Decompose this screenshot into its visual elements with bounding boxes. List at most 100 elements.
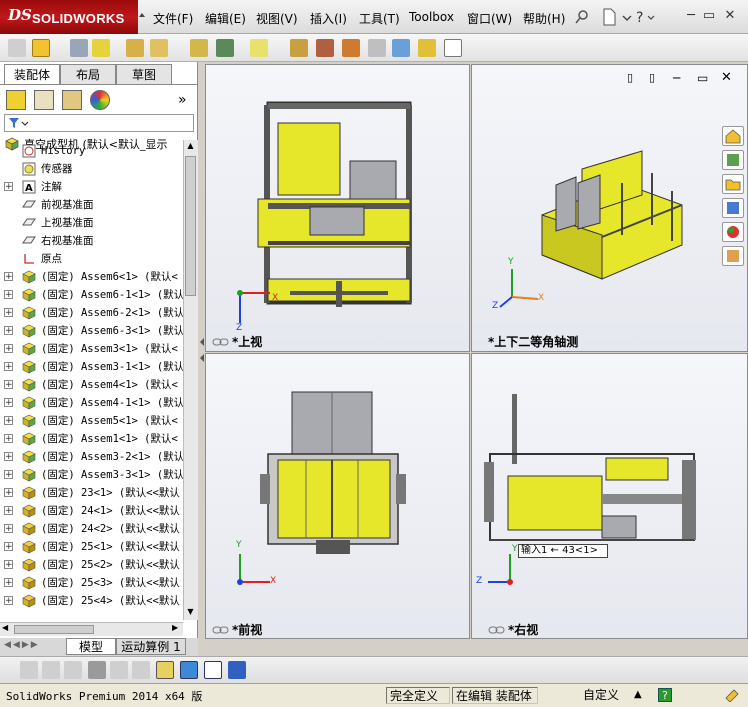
expand-icon[interactable]: + <box>4 434 13 444</box>
help-status-icon[interactable]: ? <box>658 688 672 702</box>
tree-item[interactable]: + (固定) Assem6-3<1> (默认 <box>0 322 183 340</box>
insert-component-icon[interactable] <box>32 39 50 57</box>
design-library-icon[interactable] <box>722 150 744 170</box>
rebuild-icon[interactable] <box>8 39 26 57</box>
expand-icon[interactable]: + <box>4 452 13 462</box>
expand-icon[interactable]: + <box>4 182 13 192</box>
grid-icon[interactable] <box>110 661 128 679</box>
scroll-right-icon[interactable]: ▶ <box>172 623 178 632</box>
menu-window[interactable]: 窗口(W) <box>467 10 512 27</box>
tree-item[interactable]: + (固定) 25<4> (默认<<默认 <box>0 592 183 610</box>
tree-scrollbar-thumb[interactable] <box>185 156 196 296</box>
save-icon[interactable] <box>228 661 246 679</box>
tree-item[interactable]: + (固定) 24<2> (默认<<默认 <box>0 520 183 538</box>
tab-motion-study-1[interactable]: 运动算例 1 <box>116 638 186 655</box>
panel-expand-icon[interactable]: » <box>178 92 187 108</box>
link-views-icon[interactable] <box>212 337 230 347</box>
tab-layout[interactable]: 布局 <box>60 64 116 84</box>
help-icon[interactable]: ? <box>634 8 658 26</box>
viewport-top[interactable]: X Z *上视 <box>205 64 470 352</box>
expand-icon[interactable]: + <box>4 308 13 318</box>
viewport-right[interactable]: 输入1 ← 43<1> Y Z *右视 <box>471 353 748 639</box>
solidworks-logo[interactable]: DS SOLIDWORKS <box>0 0 138 34</box>
tree-item[interactable]: + (固定) Assem5<1> (默认< <box>0 412 183 430</box>
exploded-view-icon[interactable] <box>342 39 360 57</box>
menu-toolbox[interactable]: Toolbox <box>409 10 454 24</box>
expand-icon[interactable]: + <box>4 398 13 408</box>
appearances-icon[interactable] <box>722 222 744 242</box>
expand-icon[interactable]: + <box>4 362 13 372</box>
display-manager-icon[interactable] <box>90 90 110 110</box>
menu-view[interactable]: 视图(V) <box>256 10 298 27</box>
expand-icon[interactable]: + <box>4 488 13 498</box>
tree-item[interactable]: + (固定) 24<1> (默认<<默认 <box>0 502 183 520</box>
linear-pattern-icon[interactable] <box>92 39 110 57</box>
tree-item[interactable]: 原点 <box>0 250 183 268</box>
expand-icon[interactable]: + <box>4 416 13 426</box>
tab-sketch[interactable]: 草图 <box>116 64 172 84</box>
tab-model[interactable]: 模型 <box>66 638 116 655</box>
expand-icon[interactable]: + <box>4 380 13 390</box>
reference-geometry-icon[interactable] <box>250 39 268 57</box>
tree-item[interactable]: + A 注解 <box>0 178 183 196</box>
expand-icon[interactable]: + <box>4 578 13 588</box>
tree-item[interactable]: 右视基准面 <box>0 232 183 250</box>
tree-item[interactable]: + (固定) 23<1> (默认<<默认 <box>0 484 183 502</box>
clearance-verification-icon[interactable] <box>418 39 436 57</box>
scroll-down-icon[interactable]: ▼ <box>186 608 195 616</box>
tree-item[interactable]: 上视基准面 <box>0 214 183 232</box>
solidworks-resources-icon[interactable] <box>722 126 744 146</box>
snap-icon[interactable] <box>132 661 150 679</box>
view-palette-icon[interactable] <box>722 198 744 218</box>
restore-icon[interactable]: ▭ <box>701 8 717 24</box>
new-motion-study-icon[interactable] <box>290 39 308 57</box>
tree-item[interactable]: + (固定) 25<3> (默认<<默认 <box>0 574 183 592</box>
tree-item[interactable]: + (固定) Assem3-1<1> (默认 <box>0 358 183 376</box>
sketch-icon[interactable] <box>20 661 38 679</box>
tree-item[interactable]: + (固定) Assem6<1> (默认< <box>0 268 183 286</box>
link-views-icon-front[interactable] <box>212 625 230 635</box>
tree-item[interactable]: + (固定) Assem3<1> (默认< <box>0 340 183 358</box>
shaded-view-icon[interactable] <box>180 661 198 679</box>
expand-icon[interactable]: + <box>4 290 13 300</box>
tree-hscrollbar[interactable]: ◀ ▶ <box>0 622 183 636</box>
viewport-front[interactable]: Y X *前视 <box>205 353 470 639</box>
assembly-features-icon[interactable] <box>216 39 234 57</box>
expand-icon[interactable]: + <box>4 596 13 606</box>
expand-icon[interactable]: + <box>4 344 13 354</box>
custom-properties-icon[interactable] <box>722 246 744 266</box>
tree-item[interactable]: 传感器 <box>0 160 183 178</box>
instant3d-icon[interactable] <box>444 39 462 57</box>
smart-dimension-icon[interactable] <box>42 661 60 679</box>
notification-icon[interactable] <box>724 688 740 703</box>
menu-tools[interactable]: 工具(T) <box>359 10 400 27</box>
tree-item[interactable]: History <box>0 142 183 160</box>
feature-manager-tree-icon[interactable] <box>6 90 26 110</box>
bill-of-materials-icon[interactable] <box>316 39 334 57</box>
expand-icon[interactable]: + <box>4 272 13 282</box>
expand-icon[interactable]: + <box>4 542 13 552</box>
tree-item[interactable]: + (固定) 25<2> (默认<<默认 <box>0 556 183 574</box>
tree-item[interactable]: + (固定) Assem6-2<1> (默认 <box>0 304 183 322</box>
scroll-left-icon[interactable]: ◀ <box>2 623 8 632</box>
menu-help[interactable]: 帮助(H) <box>523 10 565 27</box>
minimize-icon[interactable]: ─ <box>683 8 699 24</box>
expand-icon[interactable]: + <box>4 560 13 570</box>
show-hidden-icon[interactable] <box>190 39 208 57</box>
configuration-manager-icon[interactable] <box>62 90 82 110</box>
tree-item[interactable]: + (固定) Assem4<1> (默认< <box>0 376 183 394</box>
units-dropdown-icon[interactable]: ▲ <box>634 689 642 700</box>
viewport-iso[interactable]: ▯ ▯ ─ ▭ ✕ Y X Z *上下二等角轴测 <box>471 64 748 352</box>
tree-filter-input[interactable] <box>4 114 194 132</box>
menu-insert[interactable]: 插入(I) <box>310 10 347 27</box>
smart-fasteners-icon[interactable] <box>126 39 144 57</box>
close-icon[interactable]: ✕ <box>722 8 738 24</box>
link-views-icon-right[interactable] <box>488 625 506 635</box>
expand-icon[interactable]: + <box>4 326 13 336</box>
status-units[interactable]: 自定义 <box>580 687 632 704</box>
chevron-down-icon[interactable] <box>621 8 633 26</box>
new-document-icon[interactable] <box>601 8 617 26</box>
tree-item[interactable]: + (固定) Assem3-2<1> (默认 <box>0 448 183 466</box>
menu-edit[interactable]: 编辑(E) <box>205 10 246 27</box>
table-icon[interactable] <box>204 661 222 679</box>
